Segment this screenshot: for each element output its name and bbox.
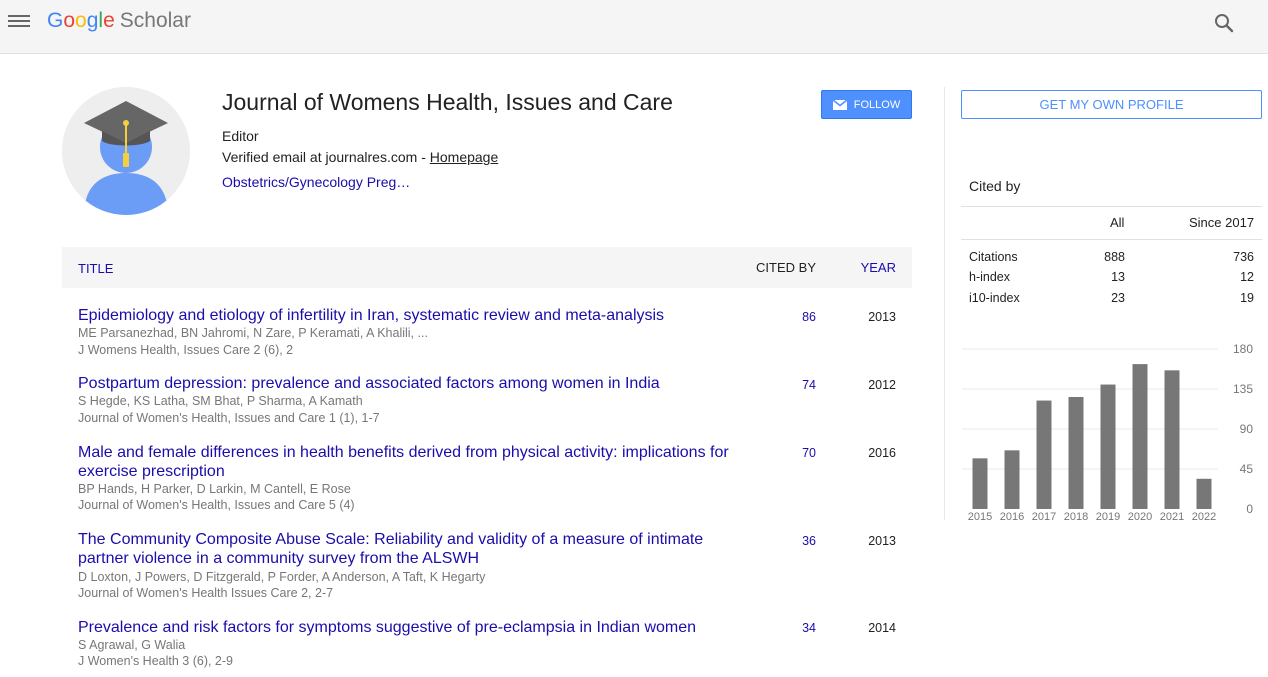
sort-by-title[interactable]: TITLE	[78, 261, 113, 276]
google-scholar-logo[interactable]: Google Scholar	[47, 9, 191, 33]
avatar	[62, 87, 190, 215]
chart-xtick-label: 2022	[1192, 511, 1216, 523]
sort-by-year[interactable]: YEAR	[861, 260, 896, 275]
cited-by-header: CITED BY	[756, 260, 816, 275]
stat-since: 736	[1233, 250, 1254, 264]
stat-row-citations: Citations 888 736	[969, 250, 1254, 266]
chart-bar-2019[interactable]	[1100, 384, 1116, 509]
chart-ytick-label: 90	[1240, 422, 1254, 436]
cited-count-link[interactable]: 34	[802, 621, 816, 635]
chart-bar-2015[interactable]	[972, 458, 988, 509]
chart-xtick-label: 2015	[968, 511, 992, 523]
article-title-link[interactable]: Epidemiology and etiology of infertility…	[78, 306, 738, 325]
stats-col-all: All	[1110, 215, 1125, 230]
chart-bar-2021[interactable]	[1164, 370, 1180, 509]
stat-label[interactable]: h-index	[969, 270, 1010, 284]
article-year: 2013	[868, 310, 896, 324]
article-year: 2014	[868, 621, 896, 635]
chart-bar-2017[interactable]	[1036, 400, 1052, 509]
article-authors: ME Parsanezhad, BN Jahromi, N Zare, P Ke…	[78, 326, 428, 340]
stat-label[interactable]: i10-index	[969, 291, 1020, 305]
table-row: Epidemiology and etiology of infertility…	[62, 306, 912, 362]
column-divider	[944, 87, 945, 520]
article-authors: D Loxton, J Powers, D Fitzgerald, P Ford…	[78, 570, 486, 584]
table-row: The Community Composite Abuse Scale: Rel…	[62, 530, 912, 600]
article-venue: Journal of Women's Health, Issues and Ca…	[78, 411, 380, 425]
article-title-link[interactable]: Prevalence and risk factors for symptoms…	[78, 618, 738, 637]
citations-per-year-chart: 0 45 90 135 180 2015 2016 2017 2018 2019 2020 2021 2…	[962, 342, 1254, 523]
stat-all: 23	[1111, 291, 1125, 305]
logo-letter: e	[103, 9, 115, 32]
logo-letter: g	[86, 9, 99, 32]
stat-row-h-index: h-index 13 12	[969, 270, 1254, 286]
article-venue: J Women's Health 3 (6), 2-9	[78, 654, 233, 668]
article-title-link[interactable]: Postpartum depression: prevalence and as…	[78, 374, 738, 393]
article-authors: BP Hands, H Parker, D Larkin, M Cantell,…	[78, 482, 351, 496]
cited-count-link[interactable]: 36	[802, 534, 816, 548]
article-title-link[interactable]: The Community Composite Abuse Scale: Rel…	[78, 530, 738, 568]
stats-col-since: Since 2017	[1189, 215, 1255, 230]
chart-ytick-label: 180	[1233, 342, 1253, 356]
chart-xtick-label: 2021	[1160, 511, 1184, 523]
get-my-own-profile-button[interactable]: GET MY OWN PROFILE	[961, 90, 1262, 119]
top-bar: Google Scholar	[0, 0, 1268, 54]
cited-count-link[interactable]: 74	[802, 378, 816, 392]
research-interest-link[interactable]: Obstetrics/Gynecology Preg…	[222, 174, 410, 190]
stat-since: 19	[1240, 291, 1254, 305]
article-venue: J Womens Health, Issues Care 2 (6), 2	[78, 343, 294, 357]
menu-icon[interactable]	[8, 12, 30, 32]
logo-letter: o	[63, 9, 76, 32]
avatar-graduate-icon	[62, 87, 190, 215]
stat-row-i10-index: i10-index 23 19	[969, 291, 1254, 307]
stat-since: 12	[1240, 270, 1254, 284]
article-venue: Journal of Women's Health Issues Care 2,…	[78, 586, 334, 600]
profile-email: Verified email at journalres.com - Homep…	[222, 149, 498, 165]
stat-all: 888	[1104, 250, 1125, 264]
verified-email-text: Verified email at journalres.com -	[222, 149, 430, 165]
article-year: 2016	[868, 446, 896, 460]
articles-table-header: TITLE CITED BY YEAR	[62, 247, 912, 288]
chart-bar-2020[interactable]	[1132, 364, 1148, 509]
chart-xtick-label: 2020	[1128, 511, 1152, 523]
homepage-link[interactable]: Homepage	[430, 149, 499, 165]
chart-ytick-label: 45	[1240, 462, 1254, 476]
mail-icon	[832, 99, 847, 110]
stats-divider	[961, 206, 1262, 207]
table-row: Male and female differences in health be…	[62, 443, 912, 513]
logo-letter: G	[47, 9, 64, 32]
cited-count-link[interactable]: 70	[802, 446, 816, 460]
profile-name: Journal of Womens Health, Issues and Car…	[222, 89, 673, 115]
chart-xtick-label: 2019	[1096, 511, 1120, 523]
table-row: Postpartum depression: prevalence and as…	[62, 374, 912, 430]
chart-xtick-label: 2017	[1032, 511, 1056, 523]
chart-bar-2018[interactable]	[1068, 397, 1084, 509]
follow-button[interactable]: FOLLOW	[821, 90, 912, 119]
table-row: Prevalence and risk factors for symptoms…	[62, 618, 912, 674]
article-year: 2013	[868, 534, 896, 548]
chart-ytick-label: 0	[1246, 502, 1253, 516]
chart-bar-2016[interactable]	[1004, 450, 1020, 509]
search-icon[interactable]	[1214, 13, 1234, 33]
cited-by-heading: Cited by	[969, 178, 1021, 194]
stat-label[interactable]: Citations	[969, 250, 1018, 264]
chart-bar-2022[interactable]	[1196, 478, 1212, 509]
article-authors: S Agrawal, G Walia	[78, 638, 186, 652]
cited-count-link[interactable]: 86	[802, 310, 816, 324]
chart-xtick-label: 2018	[1064, 511, 1088, 523]
chart-ytick-label: 135	[1233, 382, 1253, 396]
article-year: 2012	[868, 378, 896, 392]
stat-all: 13	[1111, 270, 1125, 284]
logo-letter: o	[75, 9, 87, 32]
chart-xtick-label: 2016	[1000, 511, 1024, 523]
profile-role: Editor	[222, 128, 259, 144]
follow-label: FOLLOW	[853, 98, 901, 111]
article-venue: Journal of Women's Health, Issues and Ca…	[78, 498, 355, 512]
article-title-link[interactable]: Male and female differences in health be…	[78, 443, 738, 481]
article-authors: S Hegde, KS Latha, SM Bhat, P Sharma, A …	[78, 394, 363, 408]
logo-scholar-text: Scholar	[119, 9, 191, 32]
stats-divider	[961, 239, 1262, 240]
